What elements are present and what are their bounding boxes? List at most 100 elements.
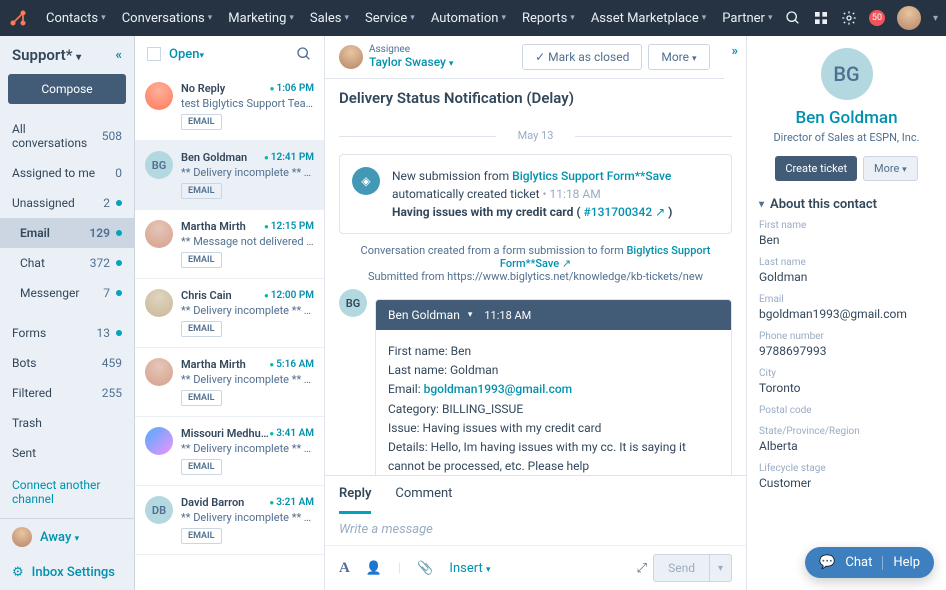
conversation-item[interactable]: Martha Mirth12:15 PM** Message not deliv… xyxy=(135,210,324,279)
reply-tab[interactable]: Reply xyxy=(339,476,371,514)
contact-name-link[interactable]: Ben Goldman xyxy=(759,108,934,128)
gear-icon: ⚙ xyxy=(12,565,24,580)
send-options-button[interactable]: ▾ xyxy=(710,554,732,582)
form-link[interactable]: Biglytics Support Form**Save xyxy=(512,169,671,183)
assignee-label: Assignee xyxy=(369,44,453,55)
nav-reports[interactable]: Reports▾ xyxy=(514,11,583,26)
channel-badge: EMAIL xyxy=(181,528,222,544)
sidebar-item-bots[interactable]: Bots459 xyxy=(0,348,134,378)
channel-badge: EMAIL xyxy=(181,390,222,406)
format-text-icon[interactable]: A xyxy=(339,560,350,577)
nav-asset-marketplace[interactable]: Asset Marketplace▾ xyxy=(583,11,714,26)
notification-badge[interactable]: 50 xyxy=(869,10,885,26)
channel-badge: EMAIL xyxy=(181,114,222,130)
connect-channel-link[interactable]: Connect another channel xyxy=(0,468,134,516)
ticket-icon: ◈ xyxy=(352,167,380,195)
channel-badge: EMAIL xyxy=(181,183,222,199)
convo-avatar: BG xyxy=(145,151,173,179)
user-avatar[interactable] xyxy=(897,6,921,30)
ticket-number-link[interactable]: #131700342 ↗ xyxy=(584,205,666,219)
gear-icon[interactable] xyxy=(841,10,857,26)
insert-dropdown[interactable]: Insert ▾ xyxy=(449,561,490,576)
expand-editor-icon[interactable]: ⤢ xyxy=(637,561,647,576)
conversation-item[interactable]: Chris Cain12:00 PM** Delivery incomplete… xyxy=(135,279,324,348)
expand-panel-icon[interactable]: » xyxy=(724,36,747,67)
message-header[interactable]: Ben Goldman ▾ 11:18 AM xyxy=(376,300,731,330)
assignee-name[interactable]: Taylor Swasey ▾ xyxy=(369,55,453,69)
chat-help-widget[interactable]: 💬 Chat Help xyxy=(805,547,934,578)
nav-conversations[interactable]: Conversations▾ xyxy=(114,11,221,26)
nav-sales[interactable]: Sales▾ xyxy=(302,11,357,26)
nav-automation[interactable]: Automation▾ xyxy=(423,11,514,26)
status-avatar xyxy=(12,527,32,547)
nav-marketing[interactable]: Marketing▾ xyxy=(220,11,302,26)
nav-service[interactable]: Service▾ xyxy=(357,11,423,26)
channel-badge: EMAIL xyxy=(181,459,222,475)
system-note: Conversation created from a form submiss… xyxy=(339,244,732,283)
attachment-icon[interactable]: 📎 xyxy=(417,561,433,576)
reply-input[interactable]: Write a message xyxy=(325,514,746,545)
channel-badge: EMAIL xyxy=(181,321,222,337)
contact-field-first-name[interactable]: First nameBen xyxy=(759,220,934,247)
nav-partner[interactable]: Partner▾ xyxy=(714,11,780,26)
conversation-detail: Assignee Taylor Swasey ▾ ✓ Mark as close… xyxy=(325,36,746,590)
sidebar: Support* ▾ « Compose All conversations50… xyxy=(0,36,135,590)
open-filter-dropdown[interactable]: Open▾ xyxy=(169,47,204,62)
mark-closed-button[interactable]: ✓ Mark as closed xyxy=(522,44,642,70)
contact-more-button[interactable]: More ▾ xyxy=(863,156,918,181)
inbox-settings-link[interactable]: ⚙Inbox Settings xyxy=(0,555,134,590)
top-navigation: Contacts▾Conversations▾Marketing▾Sales▾S… xyxy=(0,0,946,36)
sidebar-item-unassigned[interactable]: Unassigned2 xyxy=(0,188,134,218)
send-button[interactable]: Send xyxy=(653,554,710,582)
sidebar-item-chat[interactable]: Chat372 xyxy=(0,248,134,278)
collapse-sidebar-icon[interactable]: « xyxy=(116,48,123,63)
convo-avatar xyxy=(145,427,173,455)
convo-avatar: DB xyxy=(145,496,173,524)
convo-avatar xyxy=(145,220,173,248)
assignee-avatar xyxy=(339,45,363,69)
conversation-item[interactable]: BGBen Goldman12:41 PM** Delivery incompl… xyxy=(135,141,324,210)
convo-avatar xyxy=(145,82,173,110)
contact-field-postal-code[interactable]: Postal code xyxy=(759,405,934,416)
sidebar-item-trash[interactable]: Trash xyxy=(0,408,134,438)
convo-avatar xyxy=(145,289,173,317)
contact-field-email[interactable]: Emailbgoldman1993@gmail.com xyxy=(759,294,934,321)
sidebar-item-assigned-to-me[interactable]: Assigned to me0 xyxy=(0,158,134,188)
sidebar-item-filtered[interactable]: Filtered255 xyxy=(0,378,134,408)
contact-field-city[interactable]: CityToronto xyxy=(759,368,934,395)
sidebar-item-forms[interactable]: Forms13 xyxy=(0,318,134,348)
convo-avatar xyxy=(145,358,173,386)
sidebar-item-messenger[interactable]: Messenger7 xyxy=(0,278,134,308)
chat-bubble-icon: 💬 xyxy=(819,555,835,570)
inbox-title[interactable]: Support* ▾ xyxy=(12,46,81,64)
attach-user-icon[interactable]: 👤 xyxy=(366,561,382,576)
comment-tab[interactable]: Comment xyxy=(395,476,452,514)
conversation-list: Open▾ No Reply1:06 PMtest Biglytics Supp… xyxy=(135,36,325,590)
sidebar-item-all-conversations[interactable]: All conversations508 xyxy=(0,114,134,158)
search-conversations-icon[interactable] xyxy=(296,46,312,62)
conversation-item[interactable]: Missouri Medhu…3:41 AM** Delivery incomp… xyxy=(135,417,324,486)
about-contact-accordion[interactable]: ▾ About this contact xyxy=(759,197,934,212)
away-status-dropdown[interactable]: Away ▾ xyxy=(40,530,79,545)
create-ticket-button[interactable]: Create ticket xyxy=(775,156,857,181)
nav-contacts[interactable]: Contacts▾ xyxy=(38,11,114,26)
more-actions-button[interactable]: More ▾ xyxy=(648,44,709,70)
contact-avatar: BG xyxy=(821,48,873,100)
select-all-checkbox[interactable] xyxy=(147,47,161,61)
sidebar-item-sent[interactable]: Sent xyxy=(0,438,134,468)
marketplace-icon[interactable] xyxy=(813,10,829,26)
conversation-item[interactable]: DBDavid Barron3:21 AM** Delivery incompl… xyxy=(135,486,324,555)
hubspot-logo xyxy=(8,8,28,28)
contact-field-state-province-region[interactable]: State/Province/RegionAlberta xyxy=(759,426,934,453)
search-icon[interactable] xyxy=(785,10,801,26)
channel-badge: EMAIL xyxy=(181,252,222,268)
contact-field-last-name[interactable]: Last nameGoldman xyxy=(759,257,934,284)
contact-field-phone-number[interactable]: Phone number9788697993 xyxy=(759,331,934,358)
contact-field-lifecycle-stage[interactable]: Lifecycle stageCustomer xyxy=(759,463,934,490)
compose-button[interactable]: Compose xyxy=(8,74,126,104)
conversation-item[interactable]: Martha Mirth5:16 AM** Delivery incomplet… xyxy=(135,348,324,417)
conversation-item[interactable]: No Reply1:06 PMtest Biglytics Support Te… xyxy=(135,72,324,141)
sidebar-item-email[interactable]: Email129 xyxy=(0,218,134,248)
ticket-card: ◈ New submission from Biglytics Support … xyxy=(339,154,732,234)
email-link[interactable]: bgoldman1993@gmail.com xyxy=(424,382,573,396)
